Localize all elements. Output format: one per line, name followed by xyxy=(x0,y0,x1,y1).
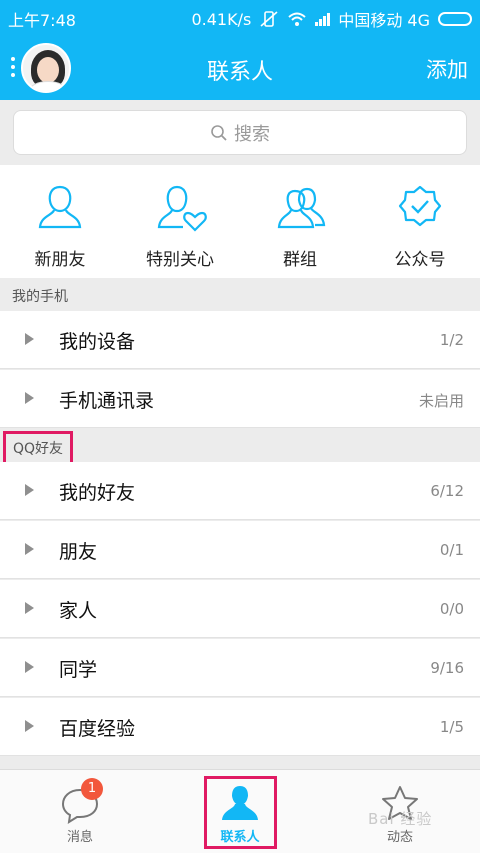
quick-label: 新朋友 xyxy=(34,250,86,270)
wifi-icon xyxy=(288,12,306,26)
status-right: 0.41K/s 中国移动 4G xyxy=(191,7,472,31)
group-count: 6/12 xyxy=(430,482,464,500)
contacts-person-icon xyxy=(222,786,258,820)
group-name: 家人 xyxy=(59,600,98,622)
carrier-label: 中国移动 4G xyxy=(338,11,430,30)
network-speed: 0.41K/s xyxy=(191,9,252,29)
unread-badge: 1 xyxy=(81,778,103,800)
top-bar: 上午7:48 0.41K/s 中国移动 4G 联系人 添加 xyxy=(0,0,480,100)
list-item[interactable]: 百度经验 1/5 xyxy=(0,698,480,756)
group-name: 我的设备 xyxy=(59,331,136,353)
group-name: 朋友 xyxy=(59,541,98,563)
list-item[interactable]: 手机通讯录 未启用 xyxy=(0,370,480,428)
group-count: 1/5 xyxy=(439,718,464,736)
expand-arrow-icon xyxy=(25,484,34,496)
list-item[interactable]: 我的设备 1/2 xyxy=(0,311,480,369)
search-placeholder: 搜索 xyxy=(234,123,270,145)
quick-entries: 新朋友 特别关心 群组 公众号 xyxy=(0,165,480,278)
list-item[interactable]: 家人 0/0 xyxy=(0,580,480,638)
quick-groups[interactable]: 群组 xyxy=(240,165,360,278)
list-item[interactable]: 同学 9/16 xyxy=(0,639,480,697)
group-count: 0/1 xyxy=(439,541,464,559)
expand-arrow-icon xyxy=(25,720,34,732)
search-icon xyxy=(211,124,227,141)
expand-arrow-icon xyxy=(25,543,34,555)
page-title: 联系人 xyxy=(206,60,273,85)
official-account-icon xyxy=(398,185,442,227)
expand-arrow-icon xyxy=(25,602,34,614)
quick-special-care[interactable]: 特别关心 xyxy=(120,165,240,278)
group-name: 百度经验 xyxy=(59,718,136,740)
watermark: Bai 经验 xyxy=(368,810,433,828)
search-area: 搜索 xyxy=(0,100,480,165)
group-count: 9/16 xyxy=(430,659,464,677)
group-count: 0/0 xyxy=(439,600,464,618)
group-name: 我的好友 xyxy=(59,482,136,504)
group-count: 未启用 xyxy=(418,392,464,410)
group-name: 手机通讯录 xyxy=(59,390,155,412)
special-care-icon xyxy=(157,185,207,232)
group-icon xyxy=(277,187,326,229)
tab-contacts[interactable]: 联系人 xyxy=(160,770,320,853)
quick-new-friends[interactable]: 新朋友 xyxy=(0,165,120,278)
section-title: 我的手机 xyxy=(12,289,68,305)
expand-arrow-icon xyxy=(25,392,34,404)
quick-label: 特别关心 xyxy=(146,250,214,270)
header: 联系人 添加 xyxy=(0,34,480,100)
tab-messages[interactable]: 1 消息 xyxy=(0,770,160,853)
status-time: 上午7:48 xyxy=(8,11,76,30)
group-count: 1/2 xyxy=(439,331,464,349)
tab-label: 消息 xyxy=(66,830,93,845)
list-item[interactable]: 朋友 0/1 xyxy=(0,521,480,579)
expand-arrow-icon xyxy=(25,333,34,345)
section-title: QQ好友 xyxy=(3,431,74,465)
battery-icon xyxy=(438,12,472,26)
tab-label: 联系人 xyxy=(220,830,260,845)
quick-official-accounts[interactable]: 公众号 xyxy=(360,165,480,278)
section-qq-friends: QQ好友 xyxy=(0,429,480,465)
new-friend-icon xyxy=(38,185,82,229)
section-my-phone: 我的手机 xyxy=(0,278,480,311)
expand-arrow-icon xyxy=(25,661,34,673)
list-item[interactable]: 我的好友 6/12 xyxy=(0,462,480,520)
search-input[interactable]: 搜索 xyxy=(13,110,467,155)
group-name: 同学 xyxy=(59,659,98,681)
quick-label: 群组 xyxy=(283,250,317,270)
status-bar: 上午7:48 0.41K/s 中国移动 4G xyxy=(0,0,480,34)
quick-label: 公众号 xyxy=(394,250,446,270)
signal-icon xyxy=(315,12,331,26)
add-button[interactable]: 添加 xyxy=(426,54,468,84)
vibrate-off-icon xyxy=(260,11,278,27)
